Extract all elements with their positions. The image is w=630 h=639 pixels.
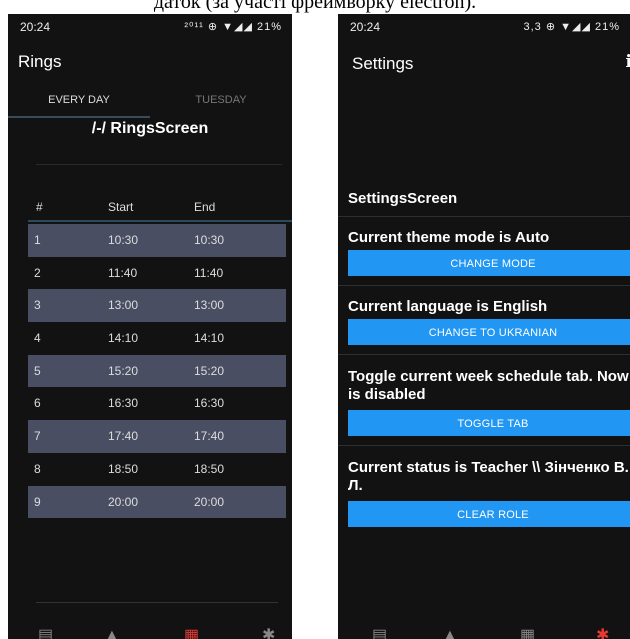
table-row: 7 17:40 17:40 <box>28 420 286 453</box>
graduation-cap-icon[interactable]: ▲ <box>442 627 458 639</box>
toggle-tab-button[interactable]: TOGGLE TAB <box>348 410 630 436</box>
divider <box>338 445 630 446</box>
divider <box>36 602 278 603</box>
cell-end: 11:40 <box>194 265 224 280</box>
cell-start: 18:50 <box>108 461 139 476</box>
change-mode-button[interactable]: CHANGE MODE <box>348 250 630 276</box>
cell-start: 17:40 <box>108 429 139 444</box>
gear-icon[interactable]: ✱ <box>262 625 275 639</box>
info-icon[interactable]: i <box>626 52 630 72</box>
divider <box>338 354 630 355</box>
page-title: Rings <box>18 52 62 71</box>
settings-screen: 20:24 3,3 ⊕ ▼◢◢ 21% Settings i SettingsS… <box>338 14 630 639</box>
cell-start: 10:30 <box>108 233 139 247</box>
tab-every-day[interactable]: EVERY DAY <box>8 90 150 118</box>
table-body: 1 10:30 10:30 2 11:40 11:40 3 13:00 13:00 4 14:10 1… <box>28 224 286 519</box>
table-row: 2 11:40 11:40 <box>28 257 286 290</box>
rings-table: # Start End 1 10:30 10:30 2 11:40 11:40 3 13:00… <box>28 194 292 519</box>
status-time: 20:24 <box>20 20 51 34</box>
cell-start: 16:30 <box>108 396 139 411</box>
cell-end: 16:30 <box>194 396 225 411</box>
page-title: Settings <box>352 54 414 73</box>
bottom-navigation: ▤ ▲ ▦ ✱ <box>8 623 292 639</box>
status-icons: ²⁰¹¹ ⊕ ▼◢◢ 21% <box>184 21 282 33</box>
column-header-end: End <box>194 200 216 214</box>
table-header: # Start End <box>28 194 286 220</box>
cell-start: 13:00 <box>108 298 139 313</box>
cell-end: 14:10 <box>194 331 225 346</box>
status-icons: 3,3 ⊕ ▼◢◢ 21% <box>523 21 620 33</box>
calendar-icon[interactable]: ▦ <box>184 625 199 639</box>
table-row: 9 20:00 20:00 <box>28 485 286 519</box>
cell-number: 1 <box>34 233 41 247</box>
bottom-navigation: ▤ ▲ ▦ ✱ <box>338 623 630 639</box>
cell-end: 10:30 <box>194 233 225 247</box>
table-row: 1 10:30 10:30 <box>28 224 286 257</box>
table-row: 3 13:00 13:00 <box>28 289 286 323</box>
calendar-icon[interactable]: ▦ <box>520 625 535 639</box>
book-icon[interactable]: ▤ <box>38 625 53 639</box>
clear-role-button[interactable]: CLEAR ROLE <box>348 501 630 527</box>
status-time: 20:24 <box>350 20 381 34</box>
status-bar: 20:24 ²⁰¹¹ ⊕ ▼◢◢ 21% <box>8 14 292 38</box>
book-icon[interactable]: ▤ <box>372 625 387 639</box>
cell-number: 3 <box>34 298 41 313</box>
cell-start: 14:10 <box>108 331 139 346</box>
cell-start: 20:00 <box>108 494 139 509</box>
graduation-cap-icon[interactable]: ▲ <box>104 627 120 639</box>
cell-start: 15:20 <box>108 363 139 378</box>
theme-mode-text: Current theme mode is Auto <box>348 229 550 246</box>
gear-icon[interactable]: ✱ <box>596 625 609 639</box>
cell-number: 4 <box>34 331 41 346</box>
table-row: 6 16:30 16:30 <box>28 387 286 420</box>
screen-title: SettingsScreen <box>348 190 458 207</box>
tab-bar: EVERY DAY TUESDAY <box>8 90 292 118</box>
table-row: 8 18:50 18:50 <box>28 453 286 486</box>
cell-number: 7 <box>34 429 41 444</box>
cell-end: 20:00 <box>194 494 225 509</box>
rings-screen: 20:24 ²⁰¹¹ ⊕ ▼◢◢ 21% Rings EVERY DAY TUE… <box>8 14 292 639</box>
cell-end: 18:50 <box>194 461 225 476</box>
table-row: 5 15:20 15:20 <box>28 354 286 388</box>
column-header-start: Start <box>108 200 134 214</box>
cell-end: 13:00 <box>194 298 225 313</box>
cell-number: 9 <box>34 494 41 509</box>
cell-number: 6 <box>34 396 41 411</box>
divider <box>338 285 630 286</box>
tab-tuesday[interactable]: TUESDAY <box>150 90 292 118</box>
cell-number: 5 <box>34 363 41 378</box>
table-header-divider <box>28 220 292 222</box>
table-row: 4 14:10 14:10 <box>28 322 286 355</box>
change-language-button[interactable]: CHANGE TO UKRANIAN <box>348 319 630 345</box>
week-tab-text: Toggle current week schedule tab. Now is… <box>348 368 629 403</box>
language-text: Current language is English <box>348 298 548 315</box>
divider <box>36 164 282 165</box>
screen-title: /-/ RingsScreen <box>91 120 209 137</box>
status-bar: 20:24 3,3 ⊕ ▼◢◢ 21% <box>338 14 630 38</box>
cell-number: 8 <box>34 461 41 476</box>
cell-number: 2 <box>34 265 41 280</box>
divider <box>338 216 630 217</box>
cell-end: 17:40 <box>194 429 225 444</box>
cell-end: 15:20 <box>194 363 225 378</box>
column-header-number: # <box>36 200 43 214</box>
tab-indicator <box>8 116 150 118</box>
role-status-text: Current status is Teacher \\ Зінченко В.… <box>348 459 629 494</box>
cell-start: 11:40 <box>108 265 138 280</box>
